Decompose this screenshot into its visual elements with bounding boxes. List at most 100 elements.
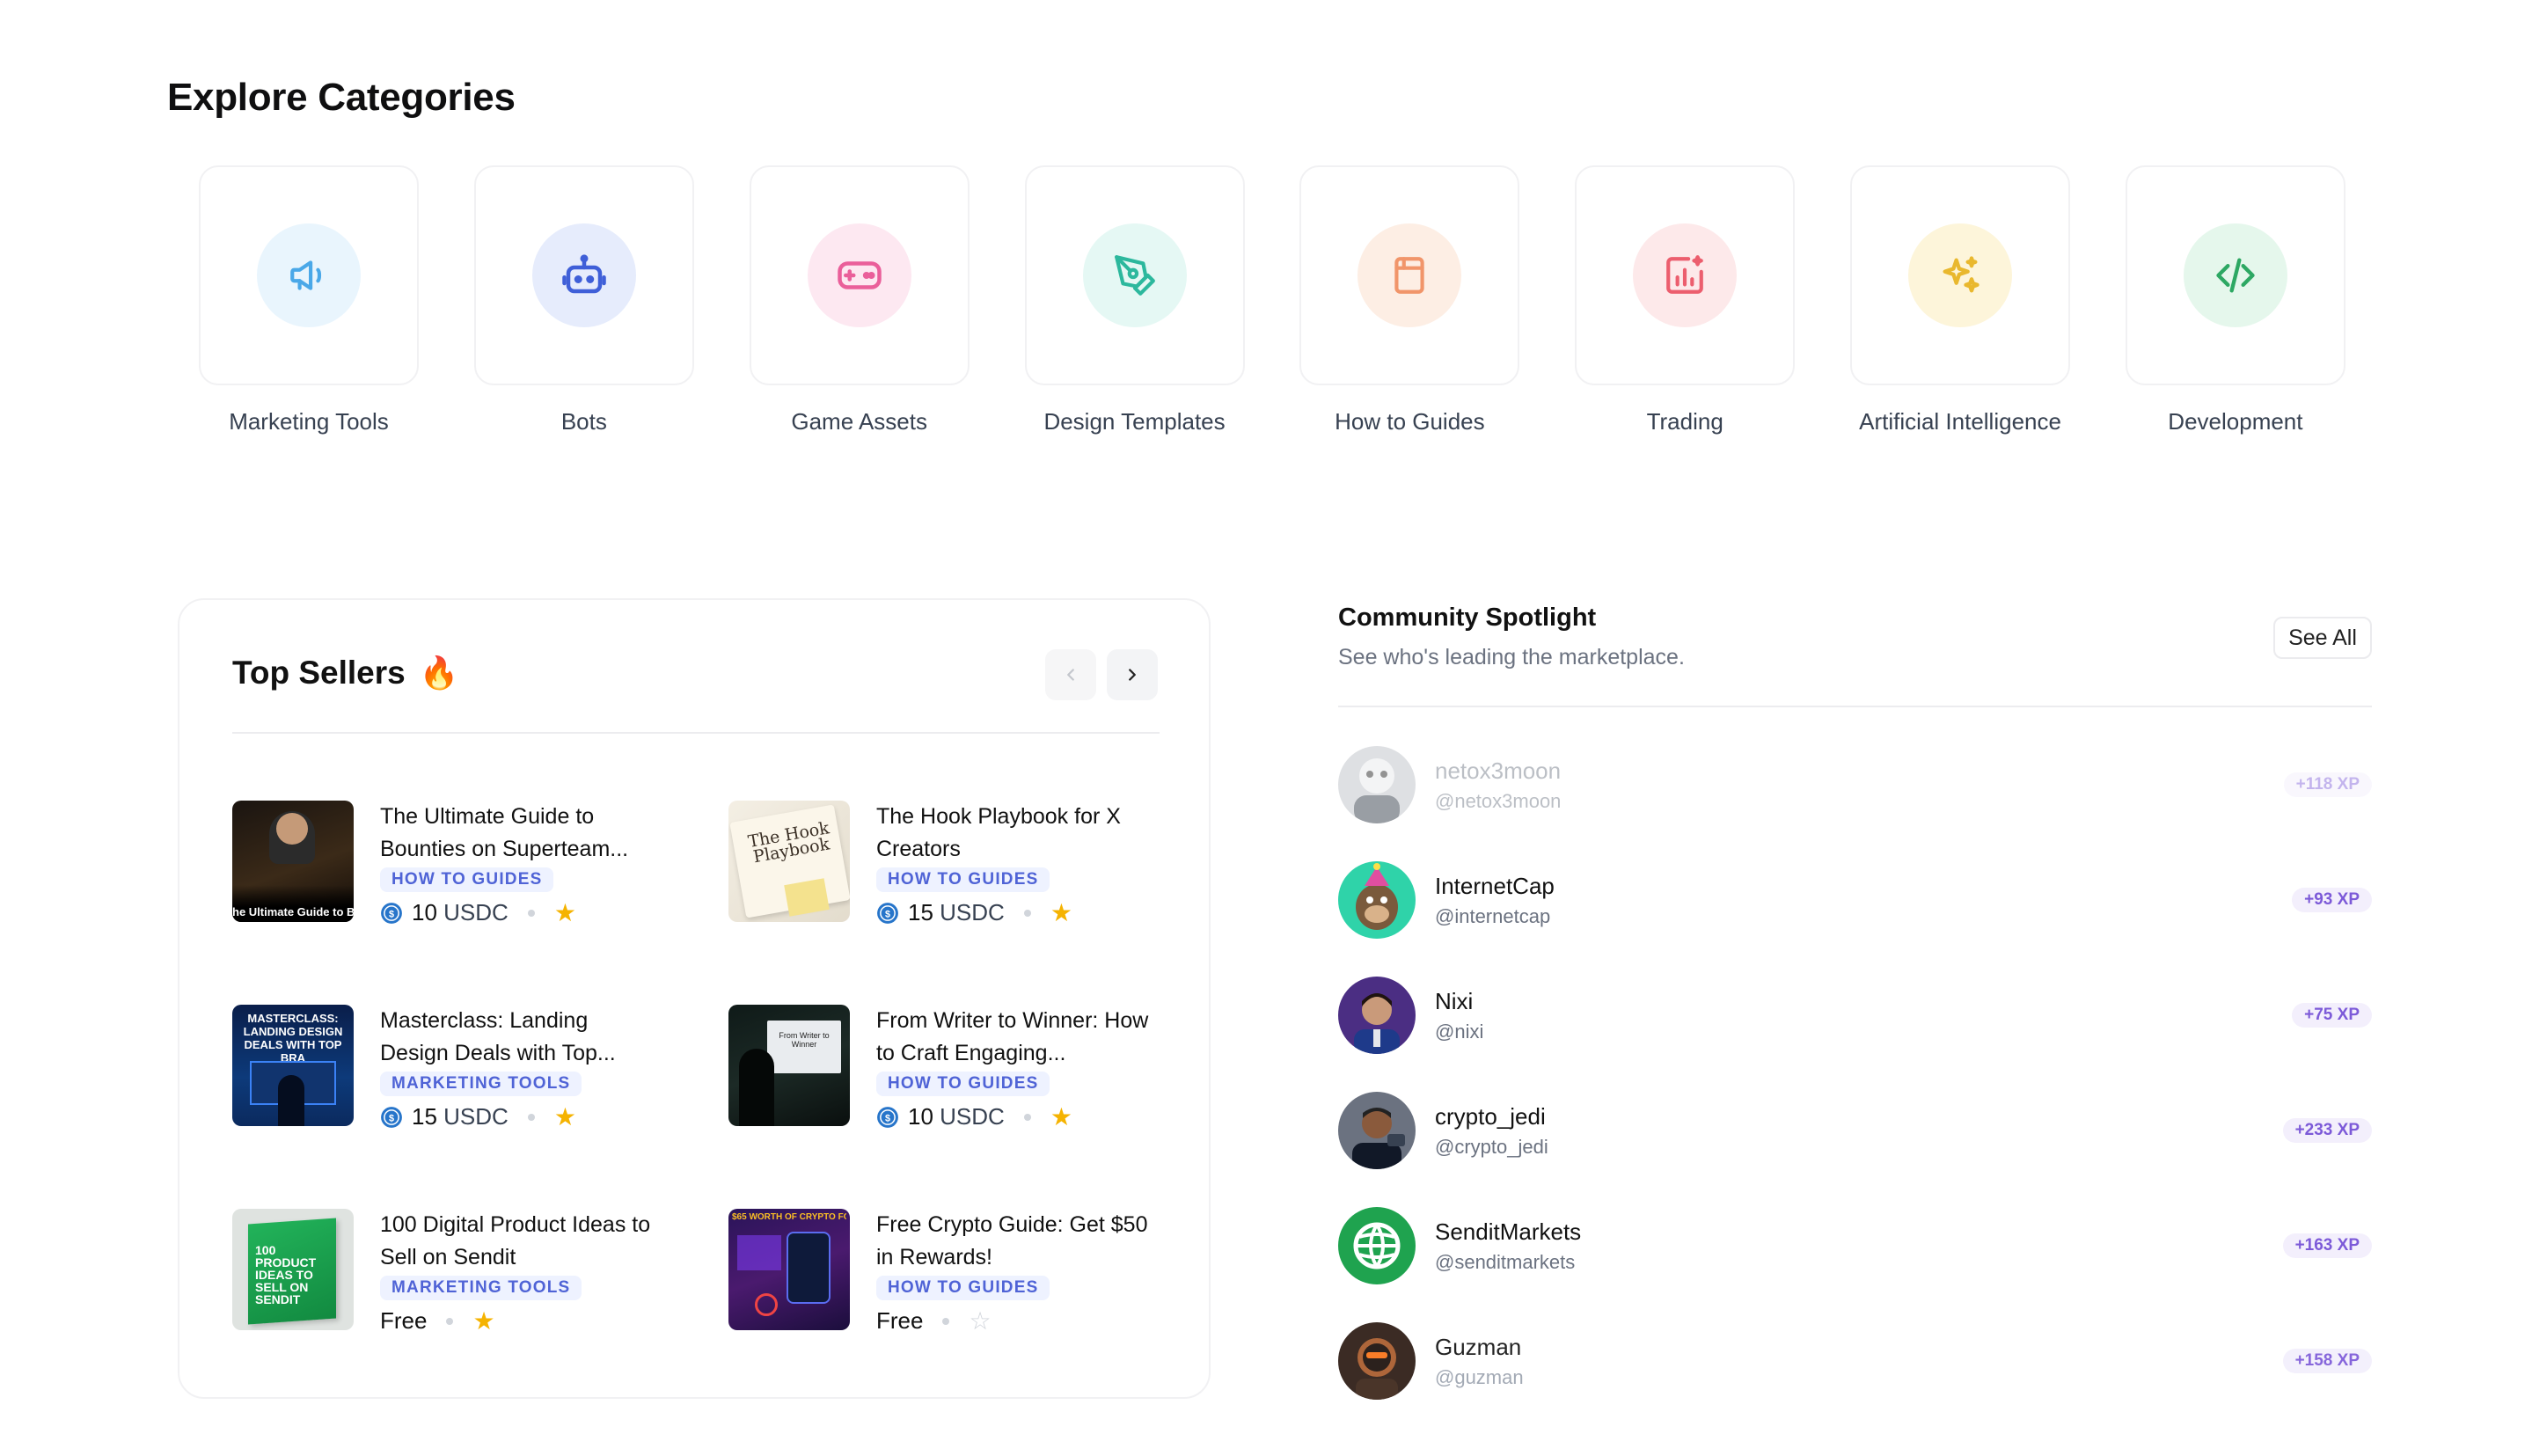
product-title: From Writer to Winner: How to Craft Enga… — [876, 1008, 1149, 1065]
usdc-icon: $ — [877, 1106, 898, 1128]
spotlight-user-row[interactable]: crypto_jedi @crypto_jedi +233 XP — [1338, 1092, 2372, 1169]
price-currency: USDC — [940, 1103, 1005, 1130]
community-spotlight-subtitle: See who's leading the marketplace. — [1338, 645, 1685, 669]
product-card[interactable]: 100 PRODUCT IDEAS TO SELL ON SENDIT 100 … — [232, 1209, 728, 1334]
thumbnail-text: MASTERCLASS: LANDING DESIGN DEALS WITH T… — [243, 1012, 343, 1065]
product-card[interactable]: The Hook Playbook The Hook Playbook for … — [728, 801, 1160, 926]
category-trading[interactable]: Trading — [1575, 165, 1796, 435]
category-label: How to Guides — [1335, 408, 1485, 435]
product-thumbnail: $65 WORTH OF CRYPTO FOR F — [728, 1209, 850, 1330]
product-thumbnail: 100 PRODUCT IDEAS TO SELL ON SENDIT — [232, 1209, 354, 1330]
category-card[interactable] — [2125, 165, 2345, 385]
product-card[interactable]: he Ultimate Guide to Bounties on upertea… — [232, 801, 728, 926]
product-thumbnail: MASTERCLASS: LANDING DESIGN DEALS WITH T… — [232, 1005, 354, 1126]
user-handle: @netox3moon — [1435, 789, 1562, 812]
avatar — [1338, 1322, 1416, 1400]
star-icon: ★ — [1050, 1102, 1072, 1130]
product-info: The Ultimate Guide to Bounties on Supert… — [380, 801, 655, 926]
price-text: 15 USDC — [908, 899, 1005, 926]
star-icon: ★ — [472, 1306, 495, 1335]
category-card[interactable] — [749, 165, 970, 385]
separator-dot — [527, 909, 535, 917]
price-amount: Free — [380, 1307, 428, 1334]
usdc-icon: $ — [381, 902, 402, 924]
product-card[interactable]: From Writer to Winner From Writer to Win… — [728, 1005, 1160, 1130]
category-card[interactable] — [1024, 165, 1245, 385]
category-game-assets[interactable]: Game Assets — [749, 165, 970, 435]
price-row: $ 10 USDC ★ — [876, 1103, 1151, 1130]
pen-tool-icon — [1082, 223, 1187, 327]
category-card[interactable] — [199, 165, 419, 385]
star-outline-icon: ☆ — [969, 1306, 992, 1335]
product-thumbnail: The Hook Playbook — [728, 801, 850, 922]
xp-badge: +118 XP — [2283, 772, 2372, 797]
separator-dot — [527, 1113, 535, 1121]
category-label: Artificial Intelligence — [1859, 408, 2061, 435]
spotlight-user-row[interactable]: netox3moon @netox3moon +118 XP — [1338, 746, 2372, 823]
top-sellers-title: Top Sellers 🔥 — [232, 655, 459, 691]
user-info: crypto_jedi @crypto_jedi — [1435, 1103, 2283, 1159]
carousel-next-button[interactable] — [1107, 649, 1158, 700]
category-row: Marketing Tools Bots Game Assets Design … — [199, 165, 2345, 435]
user-handle: @crypto_jedi — [1435, 1135, 1548, 1158]
thumbnail-text: 100 PRODUCT IDEAS TO SELL ON SENDIT — [255, 1243, 317, 1306]
product-thumbnail: he Ultimate Guide to Bounties on upertea… — [232, 801, 354, 922]
spotlight-user-row[interactable]: Nixi @nixi +75 XP — [1338, 977, 2372, 1054]
category-label: Trading — [1646, 408, 1723, 435]
usdc-icon: $ — [877, 902, 898, 924]
product-title: The Hook Playbook for X Creators — [876, 804, 1121, 861]
spotlight-user-list: netox3moon @netox3moon +118 XP InternetC… — [1338, 746, 2372, 1438]
avatar — [1338, 746, 1416, 823]
user-info: Guzman @guzman — [1435, 1334, 2283, 1389]
category-card[interactable] — [1575, 165, 1796, 385]
category-bots[interactable]: Bots — [473, 165, 694, 435]
product-info: Free Crypto Guide: Get $50 in Rewards! H… — [876, 1209, 1151, 1334]
explore-categories-title: Explore Categories — [167, 76, 516, 119]
gamepad-icon — [807, 223, 911, 327]
carousel-prev-button[interactable] — [1045, 649, 1096, 700]
user-name: SenditMarkets — [1435, 1218, 1582, 1245]
category-badge: HOW TO GUIDES — [876, 867, 1050, 892]
sparkles-icon — [1908, 223, 2013, 327]
book-icon — [1357, 223, 1462, 327]
category-design-templates[interactable]: Design Templates — [1024, 165, 1245, 435]
product-card[interactable]: MASTERCLASS: LANDING DESIGN DEALS WITH T… — [232, 1005, 728, 1130]
product-thumbnail: From Writer to Winner — [728, 1005, 850, 1126]
category-how-to-guides[interactable]: How to Guides — [1299, 165, 1520, 435]
divider — [1338, 706, 2372, 707]
separator-dot — [1023, 1113, 1031, 1121]
svg-text:$: $ — [389, 909, 394, 919]
user-info: InternetCap @internetcap — [1435, 873, 2292, 928]
price-amount: 10 — [412, 899, 437, 926]
category-card[interactable] — [1850, 165, 2071, 385]
product-info: Masterclass: Landing Design Deals with T… — [380, 1005, 655, 1130]
category-badge: MARKETING TOOLS — [380, 1276, 582, 1300]
thumbnail-text: $65 WORTH OF CRYPTO FOR F — [732, 1212, 846, 1222]
avatar — [1338, 977, 1416, 1054]
category-development[interactable]: Development — [2125, 165, 2345, 435]
spotlight-user-row[interactable]: InternetCap @internetcap +93 XP — [1338, 861, 2372, 939]
product-card[interactable]: $65 WORTH OF CRYPTO FOR F Free Crypto Gu… — [728, 1209, 1160, 1334]
product-info: The Hook Playbook for X Creators HOW TO … — [876, 801, 1151, 926]
user-info: Nixi @nixi — [1435, 988, 2292, 1043]
spotlight-user-row[interactable]: SenditMarkets @senditmarkets +163 XP — [1338, 1207, 2372, 1284]
see-all-button[interactable]: See All — [2273, 617, 2372, 659]
category-card[interactable] — [473, 165, 694, 385]
price-amount: 15 — [908, 899, 933, 926]
avatar — [1338, 861, 1416, 939]
price-row: Free ☆ — [876, 1307, 1151, 1335]
star-icon: ★ — [553, 1102, 576, 1130]
megaphone-icon — [257, 223, 361, 327]
category-artificial-intelligence[interactable]: Artificial Intelligence — [1850, 165, 2071, 435]
user-name: crypto_jedi — [1435, 1102, 1546, 1130]
thumbnail-text: he Ultimate Guide to Bounties on upertea… — [232, 906, 354, 918]
spotlight-user-row[interactable]: Guzman @guzman +158 XP — [1338, 1322, 2372, 1400]
product-info: 100 Digital Product Ideas to Sell on Sen… — [380, 1209, 655, 1334]
product-info: From Writer to Winner: How to Craft Enga… — [876, 1005, 1151, 1130]
category-card[interactable] — [1299, 165, 1520, 385]
category-marketing-tools[interactable]: Marketing Tools — [199, 165, 419, 435]
product-title: The Ultimate Guide to Bounties on Supert… — [380, 804, 629, 861]
price-amount: Free — [876, 1307, 924, 1334]
star-icon: ★ — [1050, 898, 1072, 926]
separator-dot — [446, 1317, 454, 1325]
